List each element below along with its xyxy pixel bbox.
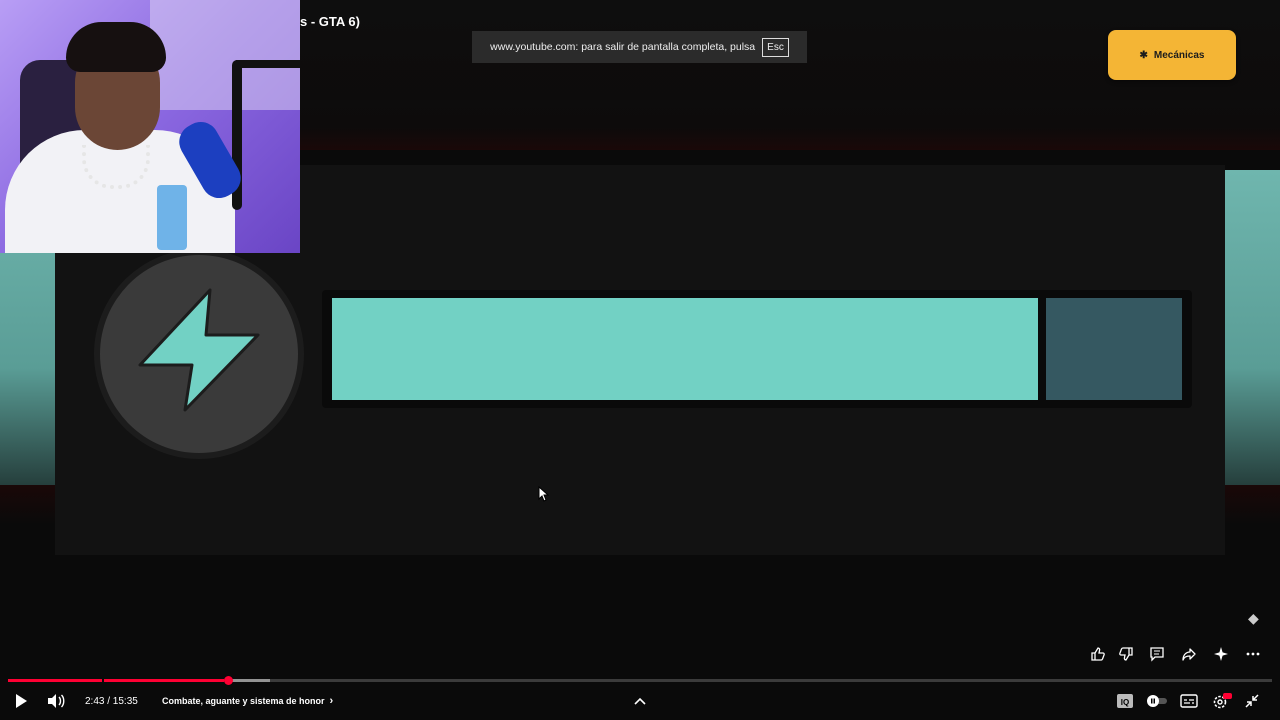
energy-emblem [100,255,298,453]
video-title: s - GTA 6) [300,14,360,29]
time-display: 2:43 / 15:35 [85,695,138,707]
exit-fullscreen-icon [1245,694,1259,708]
subtitles-icon [1180,694,1198,708]
gear-icon: ✱ [1139,49,1148,61]
progress-bar[interactable] [8,679,1272,682]
toast-message: www.youtube.com: para salir de pantalla … [490,41,756,53]
autoplay-toggle[interactable] [1145,690,1169,712]
volume-button[interactable] [46,690,66,712]
progress-scrubber[interactable] [224,676,233,685]
webcam-overlay [0,0,300,253]
channel-watermark-icon: ◆ [1248,610,1259,626]
share-icon[interactable] [1178,643,1200,665]
gear-icon [1213,693,1232,709]
chapter-title: Combate, aguante y sistema de honor [162,696,325,706]
chevron-up-icon [634,697,646,705]
expand-button[interactable] [632,690,648,712]
progress-played [8,679,228,682]
more-icon[interactable] [1242,643,1264,665]
volume-icon [48,694,65,708]
pause-toggle-icon [1147,695,1167,707]
dislike-icon[interactable] [1115,643,1137,665]
chevron-right-icon: › [329,695,334,707]
like-icon[interactable] [1087,643,1109,665]
chapter-marker [102,679,104,682]
exit-fullscreen-button[interactable] [1244,690,1260,712]
energy-bar-fill [332,298,1038,400]
settings-button[interactable] [1212,690,1232,712]
play-button[interactable] [12,690,30,712]
esc-key-badge: Esc [762,37,789,57]
lightning-bolt-icon [138,288,260,412]
svg-text:IQ: IQ [1121,698,1129,707]
comments-icon[interactable] [1146,643,1168,665]
fullscreen-toast: www.youtube.com: para salir de pantalla … [472,31,807,63]
mecanicas-button[interactable]: ✱ Mecánicas [1108,30,1236,80]
mecanicas-label: Mecánicas [1153,49,1205,61]
energy-bar-empty [1046,298,1182,400]
iq-button[interactable]: IQ [1116,690,1134,712]
subtitles-button[interactable] [1180,690,1198,712]
chapter-button[interactable]: Combate, aguante y sistema de honor › [162,690,333,712]
sparkle-icon[interactable] [1210,643,1232,665]
iq-icon: IQ [1117,694,1133,708]
mouse-cursor-icon [538,486,550,502]
play-icon [16,694,27,708]
